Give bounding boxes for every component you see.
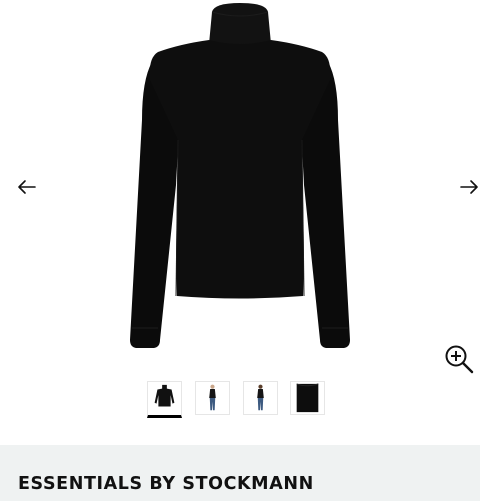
thumbnail-fabric-closeup[interactable] bbox=[290, 381, 325, 415]
arrow-right-icon[interactable] bbox=[458, 176, 480, 198]
thumbnail-image bbox=[154, 384, 175, 407]
main-product-image[interactable] bbox=[120, 0, 360, 360]
brand-bar: ESSENTIALS BY STOCKMANN bbox=[0, 445, 480, 501]
thumbnail-image bbox=[257, 384, 264, 411]
thumbnail-sweater-front[interactable] bbox=[147, 381, 182, 418]
thumbnail-model-back[interactable] bbox=[243, 381, 278, 415]
thumbnail-image bbox=[296, 383, 319, 413]
thumbnail-model-front[interactable] bbox=[195, 381, 230, 415]
thumbnail-image bbox=[209, 384, 216, 411]
product-brand[interactable]: ESSENTIALS BY STOCKMANN bbox=[18, 474, 314, 494]
product-image-gallery bbox=[0, 0, 480, 445]
arrow-left-icon[interactable] bbox=[16, 176, 38, 198]
zoom-in-icon[interactable] bbox=[443, 343, 475, 375]
